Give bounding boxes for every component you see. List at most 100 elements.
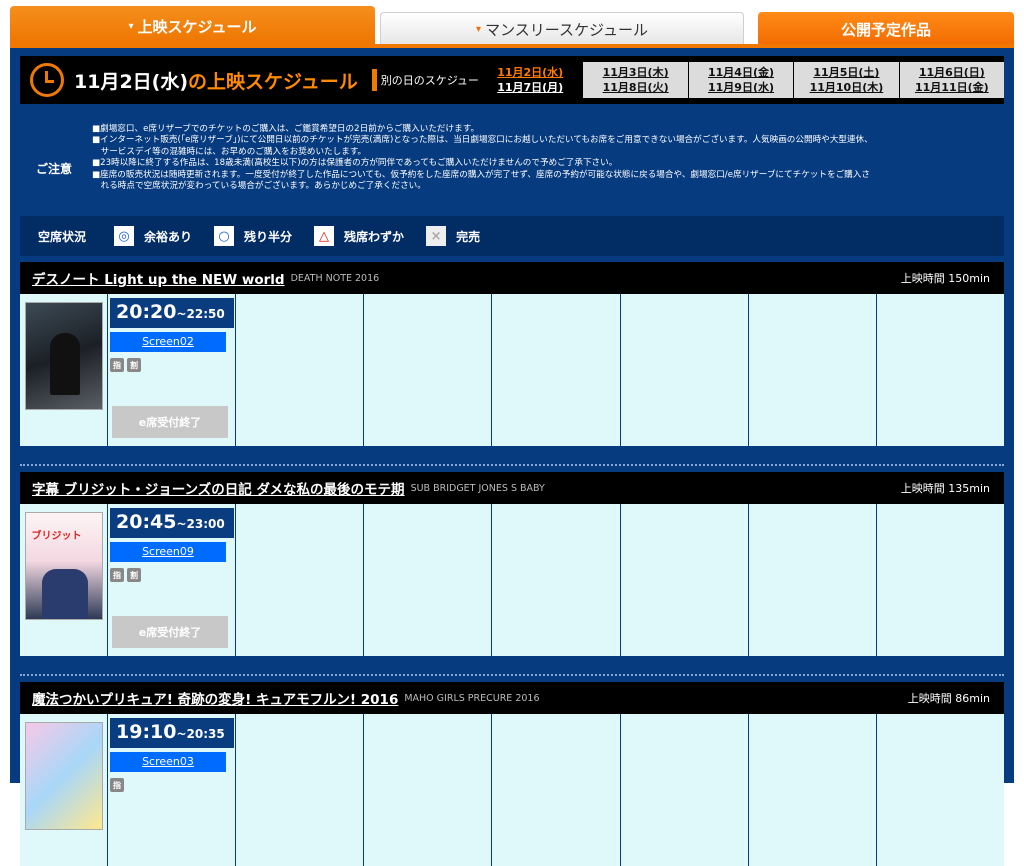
legend-label: 完売 (456, 229, 481, 244)
date-column: 11月6日(日) 11月11日(金) (898, 62, 1004, 98)
empty-cell (877, 294, 1004, 446)
showtime-time: 20:45 ~23:00 (110, 508, 234, 538)
page-title: 11月2日(水)の上映スケジュール (74, 67, 358, 94)
notice-line: サービスデイ等の混雑時には、お早めのご購入をお奨めいたします。 (92, 146, 367, 157)
reserved-seat-icon: 指 (110, 568, 124, 582)
date-link[interactable]: 11月2日(水) (497, 65, 563, 80)
date-link[interactable]: 11月3日(木) (603, 65, 669, 80)
start-time: 19:10 (116, 721, 177, 743)
notice-section: ご注意 ■劇場窓口、e席リザーブでのチケットのご購入は、ご鑑賞希望日の2日前から… (24, 124, 1004, 212)
discount-icon: 割 (127, 568, 141, 582)
empty-cell (236, 294, 365, 446)
schedule-tabs: ▾ 上映スケジュール ▾ マンスリースケジュール 公開予定作品 (10, 6, 1014, 46)
date-column: 11月2日(水) 11月7日(月) (478, 62, 583, 98)
tab-upcoming-releases[interactable]: 公開予定作品 (758, 12, 1014, 46)
tab-label: 上映スケジュール (137, 17, 257, 36)
movie-title-link[interactable]: 魔法つかいプリキュア! 奇跡の変身! キュアモフルン! 2016 (32, 688, 398, 708)
legend-item: × 完売 (426, 226, 480, 246)
empty-cell (492, 294, 621, 446)
date-link[interactable]: 11月4日(金) (708, 65, 774, 80)
empty-cell (877, 714, 1004, 866)
showtime-cell: 20:45 ~23:00 Screen09 指 割 e席受付終了 (108, 504, 236, 656)
date-link[interactable]: 11月8日(火) (603, 80, 669, 95)
runtime: 上映時間 135min (900, 482, 990, 495)
divider (20, 464, 1004, 466)
triangle-icon: △ (314, 226, 335, 246)
empty-cell (749, 294, 877, 446)
showtime-cell: 19:10 ~20:35 Screen03 指 (108, 714, 236, 866)
legend-title: 空席状況 (38, 229, 87, 244)
screen-link[interactable]: Screen02 (110, 332, 226, 352)
legend-item: ○ 残り半分 (214, 226, 292, 246)
showtime-slot: 20:20 ~22:50 Screen02 指 割 (110, 298, 234, 372)
movie-poster[interactable]: ブリジット (24, 512, 103, 620)
eseat-closed-button: e席受付終了 (112, 616, 228, 648)
movie-header: 字幕 ブリジット・ジョーンズの日記 ダメな私の最後のモテ期 SUB BRIDGE… (20, 472, 1004, 504)
tab-monthly-schedule[interactable]: ▾ マンスリースケジュール (380, 12, 744, 46)
empty-cell (236, 714, 365, 866)
date-link[interactable]: 11月6日(日) (919, 65, 985, 80)
movie-subtitle: DEATH NOTE 2016 (290, 272, 380, 284)
chevron-down-icon: ▾ (128, 20, 134, 32)
showtime-grid: 19:10 ~20:35 Screen03 指 (20, 714, 1004, 866)
showtime-time: 19:10 ~20:35 (110, 718, 234, 748)
title-suffix: の上映スケジュール (188, 70, 358, 93)
poster-caption: ブリジット (31, 531, 82, 542)
date-link[interactable]: 11月11日(金) (915, 80, 989, 95)
circle-icon: ○ (214, 226, 235, 246)
empty-cell (364, 714, 493, 866)
movie-poster[interactable] (24, 302, 103, 410)
movie-header: 魔法つかいプリキュア! 奇跡の変身! キュアモフルン! 2016 MAHO GI… (20, 682, 1004, 714)
tab-screening-schedule[interactable]: ▾ 上映スケジュール (10, 6, 375, 46)
movie-title-link[interactable]: 字幕 ブリジット・ジョーンズの日記 ダメな私の最後のモテ期 (32, 478, 405, 498)
movie-subtitle: SUB BRIDGET JONES S BABY (410, 482, 545, 494)
end-time: ~20:35 (176, 727, 225, 741)
notice-line: ■座席の販売状況は随時更新されます。一度受付が終了した作品についても、仮予約をし… (92, 169, 870, 180)
runtime: 上映時間 150min (900, 272, 990, 285)
tab-label: 公開予定作品 (840, 20, 931, 39)
date-link[interactable]: 11月9日(水) (708, 80, 774, 95)
eseat-closed-button: e席受付終了 (112, 406, 228, 438)
showtime-time: 20:20 ~22:50 (110, 298, 234, 328)
showtime-icons: 指 割 (110, 568, 234, 582)
date-link[interactable]: 11月10日(木) (810, 80, 884, 95)
showtime-grid: ブリジット 20:45 ~23:00 Screen09 指 割 e席受付終了 (20, 504, 1004, 656)
cross-icon: × (426, 226, 447, 246)
screen-link[interactable]: Screen09 (110, 542, 226, 562)
movie-block: 字幕 ブリジット・ジョーンズの日記 ダメな私の最後のモテ期 SUB BRIDGE… (20, 472, 1004, 656)
poster-cell (20, 294, 108, 446)
other-dates-label: 別の日のスケジュール (371, 69, 490, 91)
movie-poster[interactable] (24, 722, 103, 830)
tab-label: マンスリースケジュール (485, 20, 648, 39)
date-link[interactable]: 11月5日(土) (813, 65, 879, 80)
showtime-icons: 指 (110, 778, 234, 792)
legend-item: △ 残席わずか (314, 226, 404, 246)
legend-label: 残席わずか (344, 229, 405, 244)
empty-cell (621, 504, 749, 656)
showtime-grid: 20:20 ~22:50 Screen02 指 割 e席受付終了 (20, 294, 1004, 446)
empty-cell (364, 504, 493, 656)
clock-icon (30, 63, 64, 97)
start-time: 20:20 (116, 301, 177, 323)
empty-cell (749, 714, 877, 866)
screen-link[interactable]: Screen03 (110, 752, 226, 772)
showtime-slot: 20:45 ~23:00 Screen09 指 割 (110, 508, 234, 582)
empty-cell (492, 714, 621, 866)
movie-block: 魔法つかいプリキュア! 奇跡の変身! キュアモフルン! 2016 MAHO GI… (20, 682, 1004, 866)
discount-icon: 割 (127, 358, 141, 372)
legend-item: ◎ 余裕あり (114, 226, 192, 246)
notice-line: れる時点で空席状況が変わっている場合がございます。あらかじめご了承ください。 (92, 181, 426, 192)
movie-title-link[interactable]: デスノート Light up the NEW world (32, 268, 285, 288)
empty-cell (621, 294, 749, 446)
date-link[interactable]: 11月7日(月) (497, 80, 563, 95)
empty-cell (492, 504, 621, 656)
end-time: ~23:00 (176, 517, 225, 531)
date-column: 11月5日(土) 11月10日(木) (793, 62, 898, 98)
divider (20, 674, 1004, 676)
notice-label: ご注意 (35, 162, 72, 176)
current-date: 11月2日(水) (74, 70, 189, 93)
poster-cell: ブリジット (20, 504, 108, 656)
showtime-icons: 指 割 (110, 358, 234, 372)
legend-label: 余裕あり (144, 229, 193, 244)
date-column: 11月3日(木) 11月8日(火) (582, 62, 687, 98)
